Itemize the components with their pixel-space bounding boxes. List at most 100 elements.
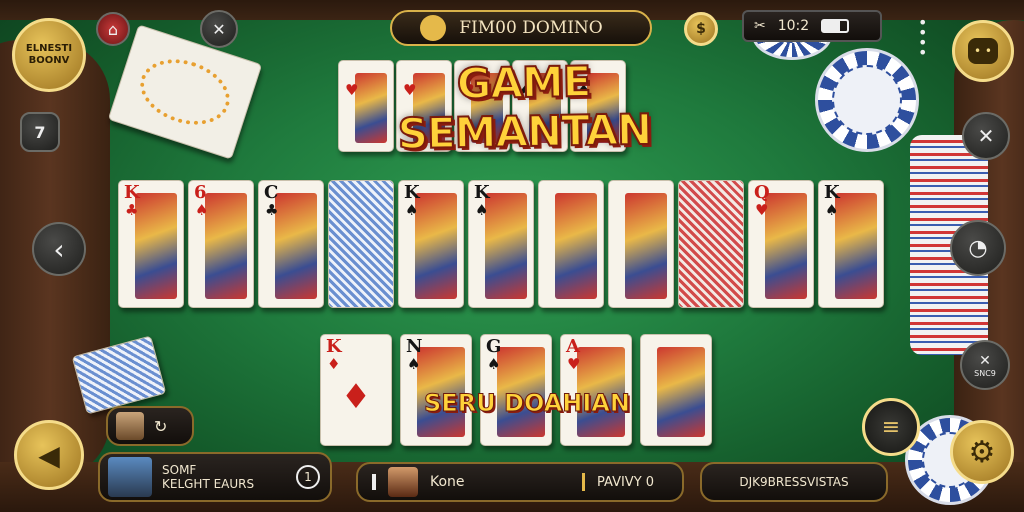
card-suit-icon: ♠: [405, 201, 419, 219]
cards-middle-card[interactable]: [608, 180, 674, 308]
side-icon: ✕: [979, 352, 991, 369]
gear-icon: ⚙: [968, 434, 996, 470]
card-suit-icon: ♠: [825, 201, 839, 219]
cards-middle-card[interactable]: C ♣: [258, 180, 324, 308]
card-suit-icon: ♥: [567, 355, 581, 373]
player-right-label: DJK9BRESSVISTAS: [739, 475, 849, 489]
cards-middle-card[interactable]: K ♠: [398, 180, 464, 308]
play-left-button[interactable]: ◀: [14, 420, 84, 490]
card-rank: 6: [194, 182, 207, 203]
card-face-art: [135, 193, 177, 299]
card-rank: K: [474, 182, 490, 203]
side-label: SNC9: [974, 368, 996, 378]
card-rank: A: [566, 336, 580, 357]
profile-badge-label: ELNESTI BOONV: [25, 43, 73, 66]
side-button[interactable]: ✕ SNC9: [960, 340, 1010, 390]
card-face-art: [835, 193, 877, 299]
card-rank: G: [486, 336, 502, 357]
cards-middle-card[interactable]: [678, 180, 744, 308]
cards-bottom-card[interactable]: [640, 334, 712, 446]
chat-face-icon: • •: [968, 38, 998, 64]
cards-middle-card[interactable]: [538, 180, 604, 308]
card-face-art: [485, 193, 527, 299]
cards-middle-card[interactable]: K ♠: [818, 180, 884, 308]
card-suit-icon: ♣: [125, 201, 139, 219]
title-plate-text: FIM00 DOMINO: [459, 18, 603, 38]
store-icon: ⌂: [107, 19, 119, 39]
player-panel-left[interactable]: SOMF KELGHT EAURS 1: [98, 452, 332, 502]
card-rank: C: [264, 182, 279, 203]
card-face-art: [625, 193, 667, 299]
store-button[interactable]: ⌂: [96, 12, 130, 46]
card-face-art: [765, 193, 807, 299]
player-panel-center[interactable]: Kone PAVIVY 0: [356, 462, 684, 502]
chat-button[interactable]: • •: [952, 20, 1014, 82]
clock-text: 10:2: [777, 18, 810, 34]
chip-top-right: [815, 48, 919, 152]
center-marker: [372, 474, 376, 490]
card-face-art: [205, 193, 247, 299]
status-bar: ✂ 10:2: [742, 10, 882, 42]
cards-middle-card[interactable]: K ♣: [118, 180, 184, 308]
card-suit-icon: ♠: [475, 201, 489, 219]
deck-pile[interactable]: [107, 24, 263, 160]
chevron-left-icon: ‹: [53, 232, 65, 266]
card-suit-icon: ♠: [407, 355, 421, 373]
list-icon: ≡: [881, 414, 901, 440]
title-plate: FIM00 DOMINO: [390, 10, 652, 46]
cards-bottom-card[interactable]: K ♦ ♦: [320, 334, 392, 446]
card-face-art: [415, 193, 457, 299]
card-suit-icon: ♦: [327, 355, 341, 373]
card-rank: K: [824, 182, 840, 203]
title-plate-icon: [420, 15, 446, 41]
card-face-art: [657, 347, 705, 437]
list-button[interactable]: ≡: [862, 398, 920, 456]
card-rank: K: [326, 336, 342, 357]
player-center-name: Kone: [430, 474, 465, 490]
triangle-left-icon: ◀: [38, 438, 60, 472]
player-left-name: SOMF KELGHT EAURS: [162, 463, 254, 491]
card-face-art: [555, 193, 597, 299]
card-rank: K: [404, 182, 420, 203]
battery-icon: [821, 19, 850, 33]
card-rank: K: [124, 182, 140, 203]
center-divider: [582, 473, 585, 491]
cards-middle-card[interactable]: [328, 180, 394, 308]
seven-label: 7: [34, 122, 46, 142]
card-suit-icon: ♣: [265, 201, 279, 219]
timer-icon: ◔: [968, 235, 988, 261]
player-left-line2: KELGHT EAURS: [162, 477, 255, 491]
mini-player-panel[interactable]: ↻: [106, 406, 194, 446]
player-avatar-center: [388, 467, 418, 497]
card-suit-icon: ♠: [195, 201, 209, 219]
mute-button[interactable]: ✕: [200, 10, 238, 48]
mute-icon: ✕: [212, 19, 226, 39]
settings-button[interactable]: ⚙: [950, 420, 1014, 484]
cards-middle-card[interactable]: K ♠: [468, 180, 534, 308]
mini-avatar: [116, 412, 144, 440]
signal-icon: ✂: [754, 18, 766, 34]
card-rank: Q: [754, 182, 770, 203]
player-panel-right[interactable]: DJK9BRESSVISTAS: [700, 462, 888, 502]
player-avatar-left: [108, 457, 152, 497]
player-left-count: 1: [296, 465, 320, 489]
cards-middle-card[interactable]: 6 ♠: [188, 180, 254, 308]
back-button[interactable]: ‹: [32, 222, 86, 276]
game-table: ELNESTI BOONV ⌂ ✕ 7 ‹ ◀ FIM00 DOMINO $ ✂…: [0, 0, 1024, 512]
deck-sun-icon: [131, 48, 239, 136]
timer-button[interactable]: ◔: [950, 220, 1006, 276]
card-face-art: [275, 193, 317, 299]
coin-icon: $: [684, 12, 718, 46]
tools-button[interactable]: ✕: [962, 112, 1010, 160]
card-rank: N: [406, 336, 423, 357]
grid-menu-icon[interactable]: • • • •: [918, 15, 938, 61]
card-suit-icon: ♠: [487, 355, 501, 373]
tools-icon: ✕: [977, 124, 995, 148]
cards-middle-card[interactable]: Q ♥: [748, 180, 814, 308]
player-center-status: PAVIVY 0: [597, 474, 655, 490]
seven-button[interactable]: 7: [20, 112, 60, 152]
profile-badge[interactable]: ELNESTI BOONV: [12, 18, 86, 92]
promo-banner: SERU DOAHIAN: [424, 389, 631, 417]
player-left-line1: SOMF: [162, 463, 197, 477]
refresh-icon[interactable]: ↻: [154, 417, 167, 436]
